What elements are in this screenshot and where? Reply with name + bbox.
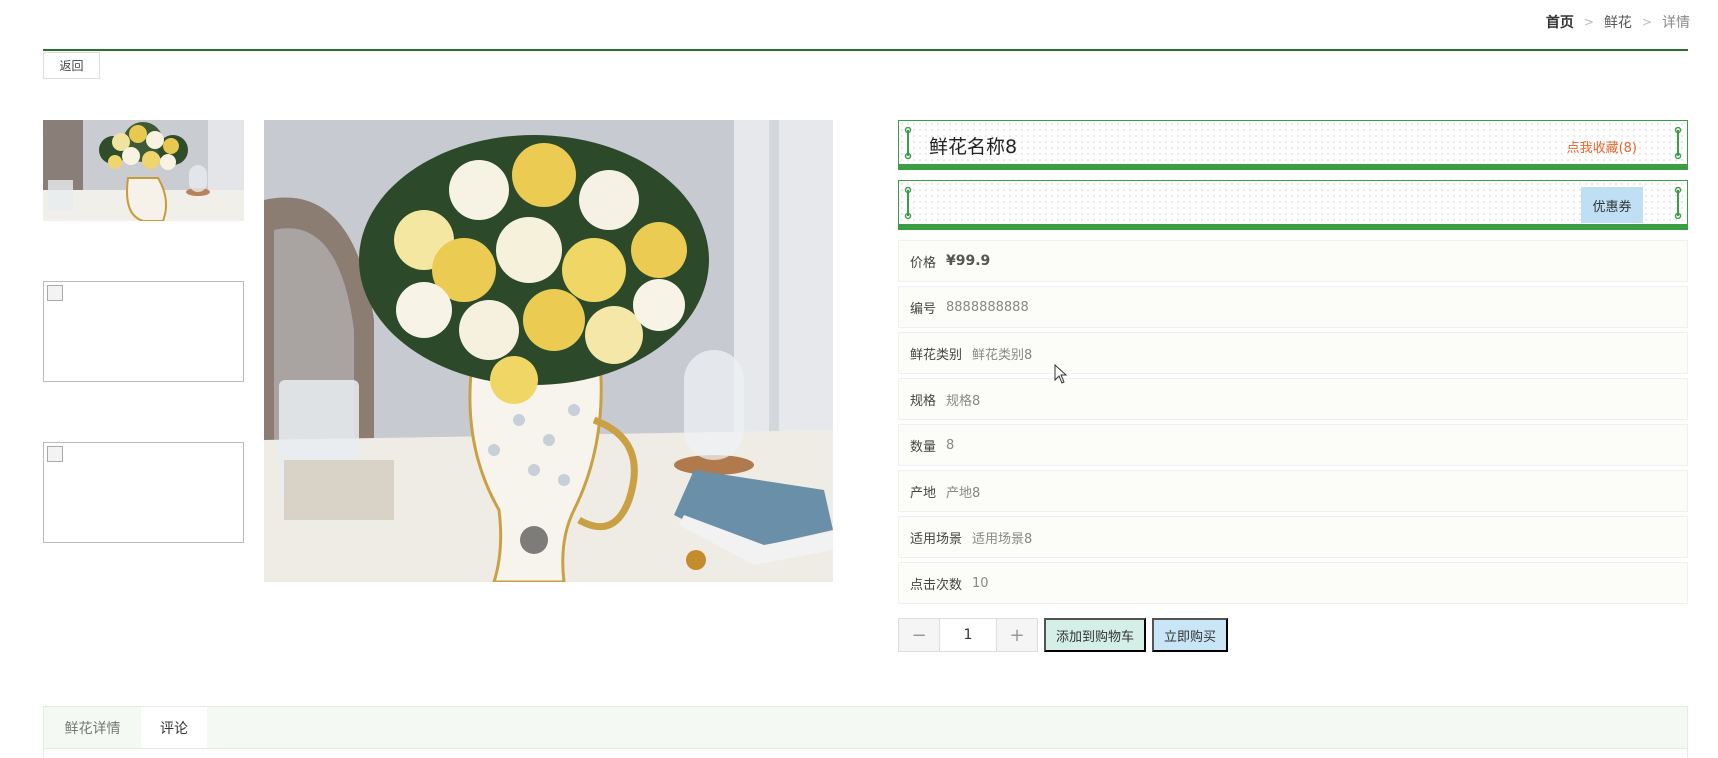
thumbnail-3[interactable] (43, 442, 244, 543)
info-row-price: 价格 ¥99.9 (898, 240, 1688, 282)
buy-now-button[interactable]: 立即购买 (1152, 618, 1229, 652)
thumbnail-2[interactable] (43, 281, 244, 382)
decrease-button[interactable]: − (899, 619, 939, 651)
tab-comments[interactable]: 评论 (141, 707, 207, 748)
info-label: 产地 (910, 485, 937, 501)
info-label: 价格 (910, 255, 937, 271)
info-value: 规格8 (946, 393, 981, 409)
product-name: 鲜花名称8 (929, 136, 1018, 158)
info-row-quantity: 数量 8 (898, 424, 1688, 466)
info-value: 8888888888 (946, 299, 1029, 315)
breadcrumb-separator: > (1583, 15, 1594, 29)
purchase-row: − 1 + 添加到购物车 立即购买 (898, 618, 1688, 652)
bar-cap-left-icon (904, 127, 912, 159)
info-row-origin: 产地 产地8 (898, 470, 1688, 512)
info-label: 编号 (910, 301, 937, 317)
bar-cap-left-icon (904, 187, 912, 219)
add-to-cart-button[interactable]: 添加到购物车 (1044, 618, 1147, 652)
bar-cap-right-icon (1674, 187, 1682, 219)
quantity-stepper: − 1 + (898, 618, 1038, 652)
breadcrumb-separator: > (1641, 15, 1652, 29)
info-value: 鲜花类别8 (972, 347, 1033, 363)
product-title-bar: 鲜花名称8 点我收藏(8) (898, 120, 1688, 170)
header-divider (43, 49, 1688, 51)
info-row-number: 编号 8888888888 (898, 286, 1688, 328)
info-value: 10 (972, 575, 989, 591)
quantity-input[interactable]: 1 (939, 619, 997, 651)
increase-button[interactable]: + (997, 619, 1037, 651)
breadcrumb-current: 详情 (1662, 15, 1690, 31)
broken-image-icon (47, 446, 63, 462)
breadcrumb: 首页 > 鲜花 > 详情 (1546, 12, 1690, 32)
tab-content-area (44, 748, 1687, 758)
coupon-bar: 优惠券 (898, 180, 1688, 230)
favorite-link[interactable]: 点我收藏(8) (1567, 137, 1637, 156)
info-label: 规格 (910, 393, 937, 409)
flower-thumbnail-image (43, 120, 244, 221)
info-row-spec: 规格 规格8 (898, 378, 1688, 420)
coupon-button[interactable]: 优惠券 (1581, 187, 1643, 223)
info-label: 鲜花类别 (910, 347, 963, 363)
flower-vase-image (264, 120, 833, 582)
breadcrumb-category[interactable]: 鲜花 (1604, 12, 1632, 32)
bar-cap-right-icon (1674, 127, 1682, 159)
info-value: 适用场景8 (972, 531, 1033, 547)
info-value: 8 (946, 437, 955, 453)
info-label: 适用场景 (910, 531, 963, 547)
info-label: 点击次数 (910, 577, 963, 593)
thumbnail-list (43, 120, 244, 603)
detail-tabs: 鲜花详情 评论 (43, 706, 1688, 758)
info-label: 数量 (910, 439, 937, 455)
info-row-scene: 适用场景 适用场景8 (898, 516, 1688, 558)
tab-flower-details[interactable]: 鲜花详情 (44, 707, 141, 748)
info-row-clicks: 点击次数 10 (898, 562, 1688, 604)
back-button[interactable]: 返回 (43, 52, 100, 79)
product-info-panel: 鲜花名称8 点我收藏(8) 优惠券 价格 ¥99.9 编号 8888888888… (898, 120, 1688, 652)
price-value: ¥99.9 (946, 253, 991, 269)
info-value: 产地8 (946, 485, 981, 501)
mouse-cursor-icon (1054, 364, 1068, 384)
thumbnail-1[interactable] (43, 120, 244, 221)
breadcrumb-home[interactable]: 首页 (1546, 12, 1574, 32)
info-row-category: 鲜花类别 鲜花类别8 (898, 332, 1688, 374)
main-product-image (264, 120, 833, 582)
broken-image-icon (47, 285, 63, 301)
